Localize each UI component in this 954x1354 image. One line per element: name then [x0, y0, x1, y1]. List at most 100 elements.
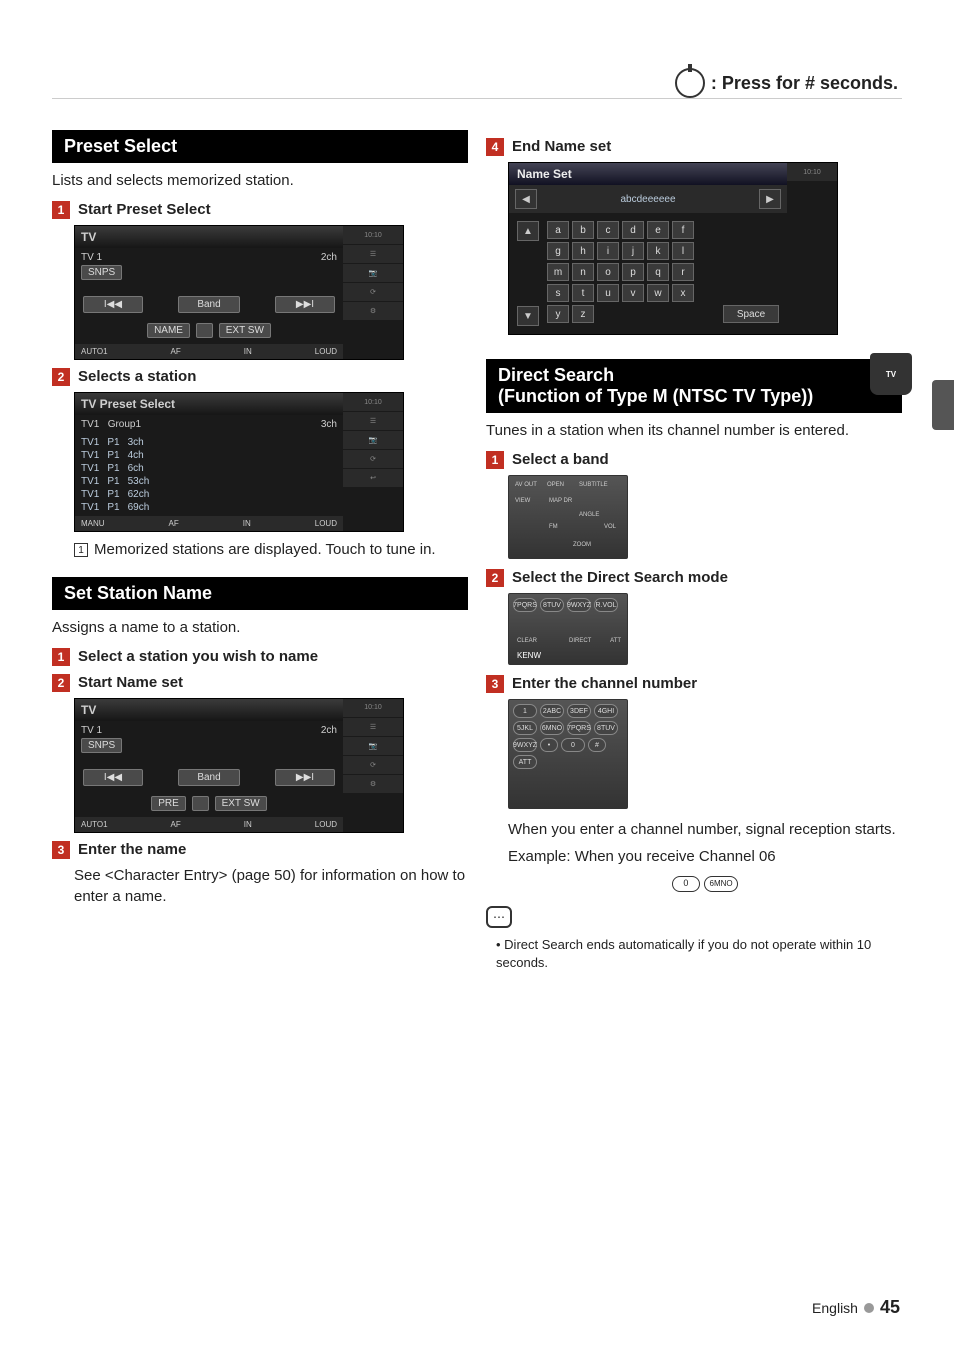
ns-left-arrow[interactable]: ◀ — [515, 189, 537, 209]
next-button[interactable]: ▶▶I — [275, 296, 335, 313]
key-o[interactable]: o — [597, 263, 619, 281]
side-icon[interactable]: ⟳ — [343, 283, 403, 301]
step-number-1c: 1 — [486, 451, 504, 469]
remote-5: 5JKL — [513, 721, 537, 735]
preset-list[interactable]: TV1P13ch TV1P14ch TV1P16ch TV1P153ch TV1… — [75, 434, 343, 516]
key-i[interactable]: i — [597, 242, 619, 260]
side-icon[interactable]: ☰ — [343, 245, 403, 263]
remote-4: 4GHI — [594, 704, 618, 718]
key-u[interactable]: u — [597, 284, 619, 302]
scrn-title: TV — [75, 226, 343, 248]
key-t[interactable]: t — [572, 284, 594, 302]
row-c3: 4ch — [128, 450, 144, 461]
key-g[interactable]: g — [547, 242, 569, 260]
row-c2: P1 — [107, 489, 119, 500]
scrn-title-2: TV Preset Select — [75, 393, 343, 415]
row-c1: TV1 — [81, 489, 99, 500]
remote-7: 7PQRS — [567, 721, 591, 735]
key-p[interactable]: p — [622, 263, 644, 281]
side-icon[interactable]: ⚙ — [343, 302, 403, 320]
key-l[interactable]: l — [672, 242, 694, 260]
hdr-tv1: TV1 — [81, 419, 99, 430]
row-c2: P1 — [107, 502, 119, 513]
section-preset-select: Preset Select — [52, 130, 468, 163]
key-m[interactable]: m — [547, 263, 569, 281]
pre-button[interactable]: PRE — [151, 796, 186, 811]
remote-numpad-diagram: 1 2ABC 3DEF 4GHI 5JKL 6MNO 7PQRS 8TUV 9W… — [508, 699, 628, 809]
key-a[interactable]: a — [547, 221, 569, 239]
key-s[interactable]: s — [547, 284, 569, 302]
stopwatch-icon — [675, 68, 705, 98]
row-c1: TV1 — [81, 502, 99, 513]
ext-sw-button[interactable]: EXT SW — [219, 323, 271, 338]
scrn-2ch-b: 2ch — [321, 725, 337, 736]
row-c3: 3ch — [128, 437, 144, 448]
key-h[interactable]: h — [572, 242, 594, 260]
remote-9: 9WXYZ — [513, 738, 537, 752]
header-rule — [52, 98, 902, 99]
snps-button-b[interactable]: SNPS — [81, 738, 122, 753]
name-button[interactable]: NAME — [147, 323, 190, 338]
side-icon[interactable]: ⟳ — [343, 756, 403, 774]
side-icon[interactable]: ☰ — [343, 718, 403, 736]
side-icon[interactable]: ↩ — [343, 469, 403, 487]
side-icon[interactable]: ☰ — [343, 412, 403, 430]
ns-up-arrow[interactable]: ▲ — [517, 221, 539, 241]
clock-label: 10:10 — [343, 393, 403, 411]
note-icon: ⋯ — [486, 906, 512, 928]
band-button[interactable]: Band — [178, 296, 239, 313]
key-b[interactable]: b — [572, 221, 594, 239]
scrn-title-3: TV — [75, 699, 343, 721]
auto-label-b: AUTO1 — [81, 820, 108, 829]
remote-band-diagram: AV OUT OPEN SUBTITLE VIEW MAP DR ANGLE F… — [508, 475, 628, 559]
key-n[interactable]: n — [572, 263, 594, 281]
scrn-tv1-b: TV 1 — [81, 725, 102, 736]
key-f[interactable]: f — [672, 221, 694, 239]
direct-search-title: Direct Search — [498, 365, 614, 385]
ns-right-arrow[interactable]: ▶ — [759, 189, 781, 209]
name-button-2[interactable] — [196, 323, 213, 338]
ns-down-arrow[interactable]: ▼ — [517, 306, 539, 326]
ext-sw-button-b[interactable]: EXT SW — [215, 796, 267, 811]
side-icon[interactable]: ⟳ — [343, 450, 403, 468]
hdr-3ch: 3ch — [321, 419, 337, 430]
key-c[interactable]: c — [597, 221, 619, 239]
snps-button[interactable]: SNPS — [81, 265, 122, 280]
step-start-preset-select: Start Preset Select — [78, 201, 211, 218]
key-y[interactable]: y — [547, 305, 569, 323]
key-w[interactable]: w — [647, 284, 669, 302]
key-v[interactable]: v — [622, 284, 644, 302]
key-x[interactable]: x — [672, 284, 694, 302]
step-end-name-set: End Name set — [512, 138, 611, 155]
step-number-1b: 1 — [52, 648, 70, 666]
step-start-name-set: Start Name set — [78, 674, 183, 691]
next-button-b[interactable]: ▶▶I — [275, 769, 335, 786]
side-icon[interactable]: 📷 — [343, 264, 403, 282]
step-select-station-to-name: Select a station you wish to name — [78, 648, 318, 665]
pre-button-2[interactable] — [192, 796, 209, 811]
side-icon[interactable]: 📷 — [343, 431, 403, 449]
keyboard-grid: a b c d e f g h i — [547, 221, 779, 326]
af-label-b: AF — [171, 820, 181, 829]
prev-button[interactable]: I◀◀ — [83, 296, 143, 313]
side-icon[interactable]: ⚙ — [343, 775, 403, 793]
side-icon[interactable]: 📷 — [343, 737, 403, 755]
row-c3: 53ch — [128, 476, 150, 487]
btn-0-icon: 0 — [672, 876, 700, 892]
key-e[interactable]: e — [647, 221, 669, 239]
prev-button-b[interactable]: I◀◀ — [83, 769, 143, 786]
key-q[interactable]: q — [647, 263, 669, 281]
step-number-2: 2 — [52, 368, 70, 386]
key-z[interactable]: z — [572, 305, 594, 323]
remote-6: 6MNO — [540, 721, 564, 735]
ns-title: Name Set — [509, 163, 787, 185]
remote-att: ATT — [513, 755, 537, 769]
key-d[interactable]: d — [622, 221, 644, 239]
key-r[interactable]: r — [672, 263, 694, 281]
key-k[interactable]: k — [647, 242, 669, 260]
ns-input[interactable]: abcdeeeeee — [543, 194, 753, 205]
key-space[interactable]: Space — [723, 305, 779, 323]
band-button-b[interactable]: Band — [178, 769, 239, 786]
key-j[interactable]: j — [622, 242, 644, 260]
remote-0: 0 — [561, 738, 585, 752]
